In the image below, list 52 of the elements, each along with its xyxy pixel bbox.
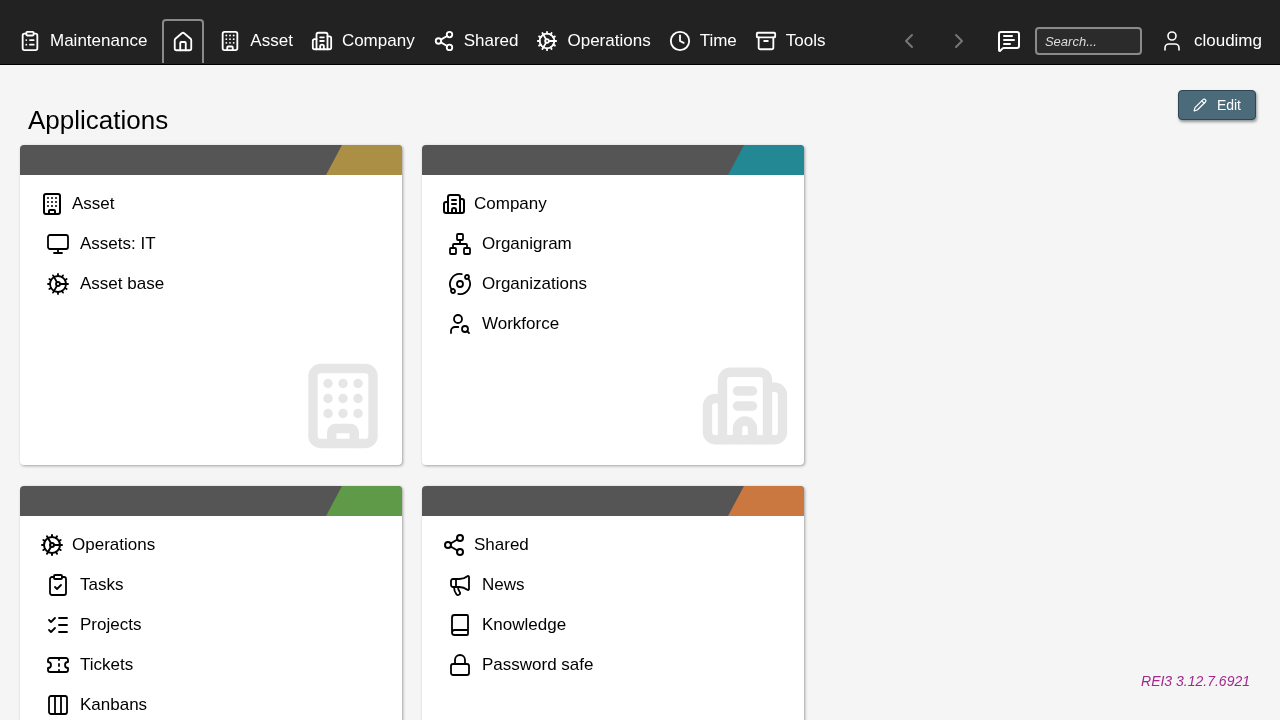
edit-button[interactable]: Edit (1177, 90, 1256, 120)
clipboard-icon (19, 30, 41, 52)
gear-icon (536, 30, 559, 52)
columns-icon (46, 693, 70, 717)
module-link[interactable]: Asset base (46, 271, 382, 297)
building-icon (442, 192, 466, 216)
megaphone-icon (448, 573, 472, 597)
nav-tab[interactable]: Company (307, 19, 418, 63)
app-link[interactable]: Shared (442, 532, 784, 558)
building-icon (40, 192, 64, 216)
nav-tab[interactable]: Shared (429, 19, 522, 63)
app-link[interactable]: Company (442, 191, 784, 217)
version-label: REI3 3.12.7.6921 (1141, 672, 1250, 691)
share-icon (442, 533, 466, 557)
module-link[interactable]: Knowledge (448, 612, 784, 638)
clock-icon (668, 30, 691, 52)
module-link[interactable]: Tasks (46, 572, 382, 598)
orbit-icon (448, 272, 472, 296)
module-link[interactable]: Kanbans (46, 692, 382, 718)
module-link[interactable]: Workforce (448, 311, 784, 337)
user-menu[interactable]: cloudimg (1159, 28, 1262, 54)
network-icon (448, 232, 472, 256)
nav-tab[interactable]: Operations (533, 19, 654, 63)
monitor-icon (46, 232, 70, 256)
module-link[interactable]: Assets: IT (46, 231, 382, 257)
box-icon (754, 30, 777, 52)
nav-tab[interactable]: Maintenance (16, 19, 151, 63)
search-field[interactable]: Search... (1034, 27, 1142, 55)
page-title: Applications (28, 105, 170, 135)
pencil-icon (1192, 98, 1207, 112)
app-link[interactable]: Asset (40, 191, 382, 217)
module-link[interactable]: Organigram (448, 231, 784, 257)
app-link[interactable]: Operations (40, 532, 382, 558)
chat-icon[interactable] (996, 29, 1021, 53)
clipboard-check-icon (46, 573, 70, 597)
share-icon (432, 30, 455, 52)
module-link[interactable]: Organizations (448, 271, 784, 297)
gear-icon (46, 272, 70, 296)
nav-tab[interactable]: Asset (216, 19, 296, 63)
module-link[interactable]: News (448, 572, 784, 598)
home-icon (172, 31, 195, 53)
nav-tab[interactable]: Tools (751, 19, 829, 63)
user-search-icon (448, 312, 472, 336)
module-link[interactable]: Password safe (448, 652, 784, 678)
module-link[interactable]: Tickets (46, 652, 382, 678)
building-icon (310, 30, 333, 52)
nav-tab[interactable]: Time (665, 19, 740, 63)
gear-icon (40, 533, 64, 557)
book-icon (448, 613, 472, 637)
module-link[interactable]: Projects (46, 612, 382, 638)
lock-icon (448, 653, 472, 677)
nav-tab[interactable] (162, 19, 205, 63)
